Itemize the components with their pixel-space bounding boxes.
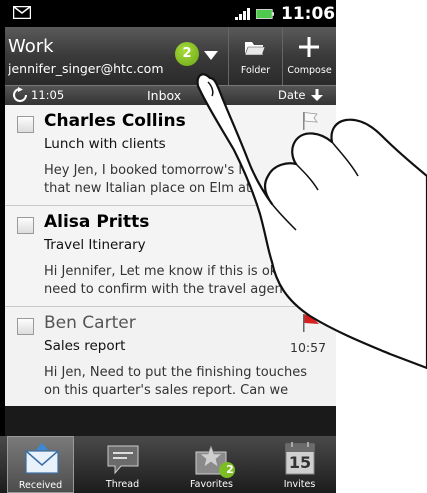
folder-button[interactable]: Folder	[229, 27, 282, 85]
chevron-down-icon[interactable]	[204, 51, 218, 60]
account-email: jennifer_singer@htc.com	[8, 61, 164, 76]
account-header: Work jennifer_singer@htc.com 2 Folder Co…	[5, 27, 336, 85]
message-item[interactable]: Alisa Pritts Travel Itinerary Hi Jennife…	[5, 206, 336, 307]
sort-arrow-icon[interactable]	[311, 88, 323, 102]
message-sender: Alisa Pritts	[44, 212, 150, 232]
preview-line: need to confirm with the travel agent	[44, 282, 288, 297]
preview-line: Hi Jen, Need to put the finishing touche…	[44, 365, 308, 380]
message-time: 10:57	[290, 340, 327, 355]
list-footer	[5, 406, 336, 436]
bottom-tab-bar: Received Thread 2 Favorites 15 Invites	[0, 436, 336, 493]
message-item[interactable]: Charles Collins Lunch with clients Hey J…	[5, 105, 336, 206]
plus-icon	[299, 37, 319, 57]
mail-icon	[13, 6, 31, 19]
last-sync-time: 11:05	[31, 88, 65, 102]
unread-count-badge: 2	[175, 42, 199, 66]
tab-label: Received	[18, 480, 63, 491]
preview-line: that new Italian place on Elm at	[44, 181, 252, 196]
refresh-icon[interactable]	[13, 87, 27, 103]
message-preview: Hey Jen, I booked tomorrow's lu that new…	[44, 162, 332, 200]
compose-button-label: Compose	[287, 65, 332, 76]
preview-line: on this quarter's sales report. Can we	[44, 383, 289, 398]
message-sender: Charles Collins	[44, 111, 186, 131]
tab-received[interactable]: Received	[7, 436, 74, 493]
envelope-icon	[25, 443, 59, 474]
message-list: Charles Collins Lunch with clients Hey J…	[5, 105, 336, 408]
preview-line: Hi Jennifer, Let me know if this is ok	[44, 264, 278, 279]
message-checkbox[interactable]	[17, 318, 34, 335]
tab-favorites[interactable]: 2 Favorites	[178, 436, 245, 493]
preview-line: Hey Jen, I booked tomorrow's lu	[44, 163, 251, 178]
tab-thread[interactable]: Thread	[89, 436, 156, 493]
battery-icon	[256, 9, 274, 19]
message-sender: Ben Carter	[44, 313, 136, 333]
tab-label: Favorites	[190, 479, 233, 490]
message-subject: Lunch with clients	[44, 136, 166, 152]
message-preview: Hi Jen, Need to put the finishing touche…	[44, 364, 332, 402]
message-checkbox[interactable]	[17, 116, 34, 133]
message-preview: Hi Jennifer, Let me know if this is ok n…	[44, 263, 332, 301]
compose-button[interactable]: Compose	[283, 27, 336, 85]
tab-label: Thread	[105, 479, 140, 490]
speech-bubble-icon	[107, 445, 139, 475]
flag-icon[interactable]	[302, 313, 320, 333]
signal-icon	[235, 8, 250, 20]
message-subject: Sales report	[44, 338, 126, 354]
folder-icon	[244, 42, 266, 56]
tab-invites[interactable]: 15 Invites	[266, 436, 333, 493]
folder-button-label: Folder	[240, 65, 271, 76]
message-checkbox[interactable]	[17, 217, 34, 234]
tab-label: Invites	[283, 479, 316, 490]
phone-screen: 11:06 Work jennifer_singer@htc.com 2 Fol…	[0, 0, 336, 493]
status-bar: 11:06	[5, 0, 336, 27]
calendar-day: 15	[288, 453, 312, 472]
flag-icon[interactable]	[302, 111, 318, 131]
favorites-count-badge: 2	[226, 463, 234, 476]
inbox-bar: 11:05 Inbox Date	[5, 85, 336, 105]
message-subject: Travel Itinerary	[44, 237, 146, 253]
status-time: 11:06	[281, 4, 336, 24]
folder-title: Inbox	[147, 88, 182, 103]
sort-label[interactable]: Date	[278, 88, 306, 102]
account-name[interactable]: Work	[8, 36, 54, 57]
message-item[interactable]: Ben Carter Sales report 10:57 Hi Jen, Ne…	[5, 307, 336, 408]
